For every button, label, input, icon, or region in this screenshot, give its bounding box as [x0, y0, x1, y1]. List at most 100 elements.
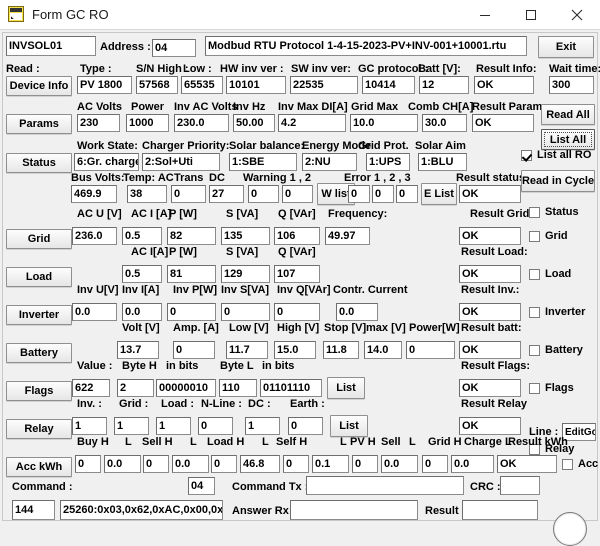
temp-dc-field[interactable]: 27: [209, 185, 244, 203]
grid-prot-field[interactable]: 1:UPS: [366, 153, 410, 171]
load-p-field[interactable]: 81: [167, 265, 216, 283]
command-result-field[interactable]: [462, 500, 538, 520]
relay-earth-field[interactable]: 0: [288, 417, 323, 435]
device-name-field[interactable]: INVSOL01: [6, 36, 96, 56]
device-info-button[interactable]: Device Info: [6, 76, 72, 96]
temp-trans-field[interactable]: 0: [171, 185, 206, 203]
acc-checkbox[interactable]: Acc: [562, 458, 598, 470]
type-field[interactable]: PV 1800: [77, 76, 132, 94]
protocol-file-field[interactable]: Modbud RTU Protocol 1-4-15-2023-PV+INV-0…: [205, 36, 527, 56]
maximize-icon[interactable]: [508, 0, 554, 30]
grid-p-field[interactable]: 82: [167, 227, 216, 245]
battery-button[interactable]: Battery: [6, 343, 72, 363]
sn-low-field[interactable]: 65535: [181, 76, 223, 94]
load-button[interactable]: Load: [6, 267, 72, 287]
warning-2-field[interactable]: 0: [282, 185, 313, 203]
acc-load-l-field[interactable]: 46.8: [240, 455, 280, 473]
load-s-field[interactable]: 129: [221, 265, 270, 283]
power-field[interactable]: 1000: [126, 114, 169, 132]
acc-grid-h-field[interactable]: 0: [422, 455, 448, 473]
inverter-checkbox[interactable]: Inverter: [529, 306, 585, 318]
sell-l-field[interactable]: 0.0: [172, 455, 209, 473]
energy-mode-field[interactable]: 2:NU: [302, 153, 357, 171]
relay-dc-field[interactable]: 1: [245, 417, 280, 435]
activity-indicator-dial[interactable]: [553, 512, 587, 546]
batt-low-field[interactable]: 11.7: [226, 341, 268, 359]
inv-max-di-field[interactable]: 4.2: [278, 114, 346, 132]
status-button[interactable]: Status: [6, 153, 72, 173]
buy-l-field[interactable]: 0.0: [104, 455, 141, 473]
flags-list-button[interactable]: List: [327, 377, 365, 399]
crc-field[interactable]: [500, 476, 540, 495]
relay-n-line-field[interactable]: 0: [198, 417, 233, 435]
inv-hz-field[interactable]: 50.00: [233, 114, 275, 132]
command-raw-field[interactable]: 25260:0x03,0x62,0xAC,0x00,0x01: [60, 500, 223, 520]
result-status-field[interactable]: OK: [459, 185, 521, 203]
result-grid-field[interactable]: OK: [459, 227, 521, 245]
pv-l-field[interactable]: 0.0: [381, 455, 418, 473]
solar-aim-field[interactable]: 1:BLU: [418, 153, 467, 171]
pv-h-field[interactable]: 0: [352, 455, 378, 473]
hw-inv-ver-field[interactable]: 10101: [226, 76, 286, 94]
flags-byte-h-field[interactable]: 2: [117, 379, 154, 397]
batt-power-field[interactable]: 0: [406, 341, 455, 359]
grid-max-field[interactable]: 10.0: [350, 114, 418, 132]
relay-button[interactable]: Relay: [6, 419, 72, 439]
warning-1-field[interactable]: 0: [248, 185, 279, 203]
result-load-field[interactable]: OK: [459, 265, 521, 283]
grid-frequency-field[interactable]: 49.97: [325, 227, 370, 245]
buy-h-field[interactable]: 0: [75, 455, 101, 473]
inverter-button[interactable]: Inverter: [6, 305, 72, 325]
flags-byte-l-field[interactable]: 110: [219, 379, 257, 397]
batt-max-field[interactable]: 14.0: [364, 341, 402, 359]
ac-volts-field[interactable]: 230: [77, 114, 120, 132]
result-inv-field[interactable]: OK: [459, 303, 521, 321]
grid-ac-i-field[interactable]: 0.5: [122, 227, 162, 245]
e-list-button[interactable]: E List: [421, 183, 457, 205]
gc-protocol-field[interactable]: 10414: [362, 76, 415, 94]
batt-v-field[interactable]: 12: [419, 76, 469, 94]
answer-rx-field[interactable]: [290, 500, 418, 520]
error-1-field[interactable]: 0: [348, 185, 370, 203]
inv-i-field[interactable]: 0.0: [122, 303, 162, 321]
self-h-field[interactable]: 0: [283, 455, 309, 473]
wait-time-field[interactable]: 300: [549, 76, 594, 94]
battery-checkbox[interactable]: Battery: [529, 344, 583, 356]
batt-volt-field[interactable]: 13.7: [117, 341, 159, 359]
charge-l-field[interactable]: 0.0: [451, 455, 494, 473]
contr-current-field[interactable]: 0.0: [336, 303, 378, 321]
relay-load-field[interactable]: 1: [156, 417, 191, 435]
inv-u-field[interactable]: 0.0: [72, 303, 117, 321]
solar-balance-field[interactable]: 1:SBE: [229, 153, 297, 171]
result-batt-field[interactable]: OK: [459, 341, 521, 359]
grid-q-field[interactable]: 106: [274, 227, 320, 245]
acc-load-h-field[interactable]: 0: [211, 455, 237, 473]
status-checkbox[interactable]: Status: [529, 206, 579, 218]
work-state-field[interactable]: 6:Gr. charge: [74, 153, 139, 171]
grid-button[interactable]: Grid: [6, 229, 72, 249]
load-ac-i-field[interactable]: 0.5: [122, 265, 162, 283]
self-l-field[interactable]: 0.1: [312, 455, 349, 473]
batt-stop-field[interactable]: 11.8: [323, 341, 359, 359]
flags-value-field[interactable]: 622: [72, 379, 110, 397]
list-all-button[interactable]: List All: [541, 129, 595, 150]
inv-ac-volts-field[interactable]: 230.0: [174, 114, 229, 132]
comb-ch-field[interactable]: 30.0: [422, 114, 467, 132]
batt-amp-field[interactable]: 0: [173, 341, 215, 359]
batt-high-field[interactable]: 15.0: [274, 341, 316, 359]
params-button[interactable]: Params: [6, 114, 72, 134]
result-info-field[interactable]: OK: [474, 76, 534, 94]
flags-checkbox[interactable]: Flags: [529, 382, 574, 394]
grid-ac-u-field[interactable]: 236.0: [72, 227, 117, 245]
flags-bits-l-field[interactable]: 01101110: [260, 379, 322, 397]
inv-p-field[interactable]: 0: [167, 303, 216, 321]
error-3-field[interactable]: 0: [396, 185, 418, 203]
bus-volts-field[interactable]: 469.9: [71, 185, 117, 203]
inv-s-field[interactable]: 0: [221, 303, 270, 321]
grid-checkbox[interactable]: Grid: [529, 230, 568, 242]
relay-inv-field[interactable]: 1: [72, 417, 107, 435]
sn-high-field[interactable]: 57568: [136, 76, 178, 94]
acc-kwh-button[interactable]: Acc kWh: [6, 457, 72, 477]
read-in-cycle-button[interactable]: Read in Cycle: [521, 170, 595, 192]
grid-s-field[interactable]: 135: [221, 227, 270, 245]
